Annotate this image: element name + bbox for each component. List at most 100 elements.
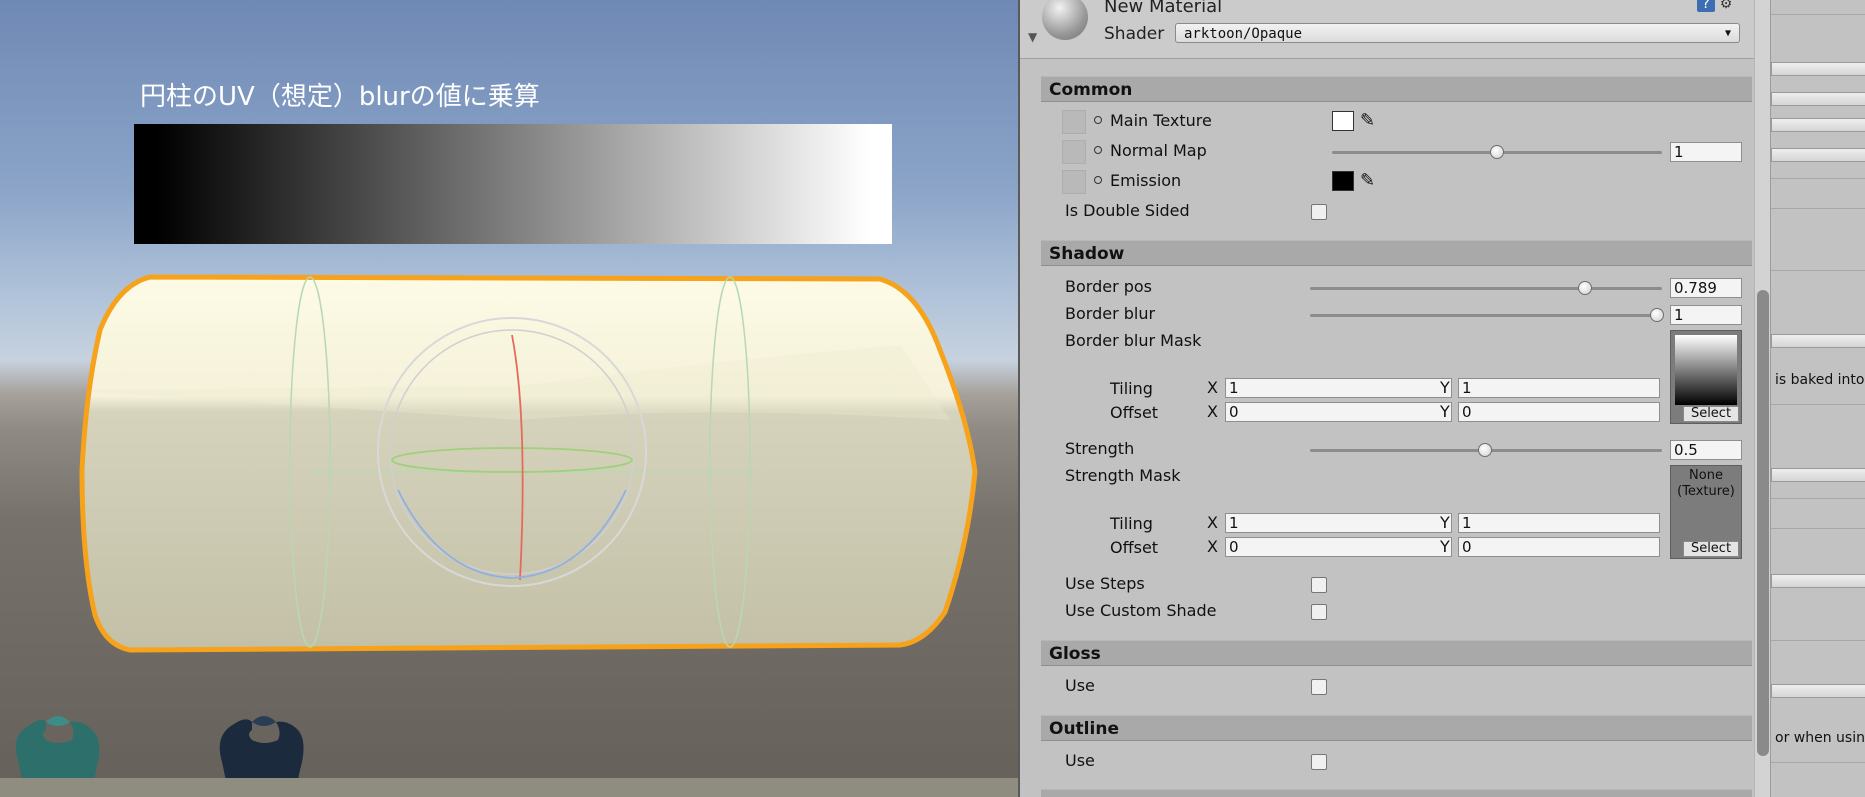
emission-color-swatch[interactable] — [1332, 171, 1354, 191]
double-sided-checkbox[interactable] — [1311, 204, 1327, 220]
border-blur-slider-knob[interactable] — [1650, 308, 1664, 322]
panel-divider — [1771, 178, 1865, 179]
border-pos-slider-knob[interactable] — [1578, 281, 1592, 295]
normal-map-slot[interactable] — [1062, 140, 1086, 164]
tiling-label: Tiling — [1110, 514, 1153, 533]
normal-map-label: Normal Map — [1110, 141, 1207, 160]
panel-field[interactable] — [1771, 62, 1865, 76]
panel-divider — [1771, 404, 1865, 405]
panel-field[interactable] — [1771, 334, 1865, 348]
strength-mask-label: Strength Mask — [1065, 466, 1181, 485]
use-custom-shade-checkbox[interactable] — [1311, 604, 1327, 620]
section-shadow[interactable]: Shadow — [1041, 240, 1752, 266]
row-gloss-use: Use — [1020, 675, 1772, 699]
mask-offset-y-field[interactable]: 0 — [1458, 402, 1660, 422]
double-sided-label: Is Double Sided — [1065, 201, 1190, 220]
x-label: X — [1207, 537, 1218, 556]
smask-tiling-x-field[interactable]: 1 — [1225, 513, 1452, 533]
shader-dropdown-value: arktoon/Opaque — [1184, 26, 1303, 42]
section-common[interactable]: Common — [1041, 76, 1752, 102]
eyedropper-icon[interactable]: ✎ — [1360, 171, 1375, 191]
inspector-scrollbar[interactable] — [1754, 0, 1771, 797]
help-book-icon[interactable]: ? — [1697, 0, 1715, 12]
mask-tiling-y-field[interactable]: 1 — [1458, 378, 1660, 398]
material-name: New Material — [1104, 0, 1223, 17]
border-blur-value-field[interactable]: 1 — [1670, 305, 1742, 325]
gear-icon[interactable]: ⚙ — [1717, 0, 1735, 12]
material-preview-sphere-icon — [1042, 0, 1088, 40]
gloss-use-checkbox[interactable] — [1311, 679, 1327, 695]
panel-divider — [1771, 528, 1865, 529]
normal-map-picker-dot-icon[interactable] — [1094, 146, 1102, 154]
y-label: Y — [1440, 378, 1450, 397]
row-use-steps: Use Steps — [1020, 573, 1772, 597]
none-texture-label: None (Texture) — [1677, 468, 1735, 499]
emission-label: Emission — [1110, 171, 1182, 190]
panel-field[interactable] — [1771, 148, 1865, 162]
panel-divider — [1771, 498, 1865, 499]
strength-label: Strength — [1065, 439, 1135, 458]
shader-label: Shader — [1104, 24, 1165, 44]
scene-view[interactable]: 円柱のUV（想定）blurの値に乗算 — [0, 0, 1018, 797]
panel-text-using: or when using — [1775, 730, 1865, 746]
border-blur-label: Border blur — [1065, 304, 1156, 323]
section-outline[interactable]: Outline — [1041, 715, 1752, 741]
panel-divider — [1771, 762, 1865, 763]
normal-map-slider-knob[interactable] — [1490, 145, 1504, 159]
emission-slot[interactable] — [1062, 170, 1086, 194]
row-use-custom-shade: Use Custom Shade — [1020, 600, 1772, 624]
outline-use-label: Use — [1065, 751, 1095, 770]
panel-field[interactable] — [1771, 468, 1865, 482]
mask-offset-x-field[interactable]: 0 — [1225, 402, 1452, 422]
material-inspector: ▼ New Material Shader arktoon/Opaque ▼ ?… — [1018, 0, 1772, 797]
section-gloss[interactable]: Gloss — [1041, 640, 1752, 666]
row-double-sided: Is Double Sided — [1020, 200, 1772, 224]
use-custom-shade-label: Use Custom Shade — [1065, 601, 1217, 620]
row-emission: Emission ✎ — [1020, 170, 1772, 194]
main-texture-slot[interactable] — [1062, 110, 1086, 134]
border-pos-slider-track[interactable] — [1310, 287, 1662, 290]
y-label: Y — [1440, 537, 1450, 556]
row-mask-offset: Offset X 0 Y 0 — [1020, 402, 1772, 426]
row-smask-tiling: Tiling X 1 Y 1 — [1020, 513, 1772, 537]
cylinder-mesh[interactable] — [79, 274, 978, 653]
main-texture-color-swatch[interactable] — [1332, 111, 1354, 131]
offset-label: Offset — [1110, 538, 1159, 557]
cylinder-object[interactable] — [0, 0, 1018, 797]
panel-field[interactable] — [1771, 574, 1865, 588]
emission-picker-dot-icon[interactable] — [1094, 176, 1102, 184]
outline-use-checkbox[interactable] — [1311, 754, 1327, 770]
main-texture-picker-dot-icon[interactable] — [1094, 116, 1102, 124]
y-label: Y — [1440, 402, 1450, 421]
panel-field[interactable] — [1771, 118, 1865, 132]
border-blur-slider-track[interactable] — [1310, 314, 1662, 317]
row-strength: Strength 0.5 — [1020, 438, 1772, 462]
strength-value-field[interactable]: 0.5 — [1670, 440, 1742, 460]
smask-offset-y-field[interactable]: 0 — [1458, 537, 1660, 557]
panel-field[interactable] — [1771, 92, 1865, 106]
border-blur-mask-label: Border blur Mask — [1065, 331, 1202, 350]
panel-divider — [1771, 208, 1865, 209]
border-pos-label: Border pos — [1065, 277, 1153, 296]
panel-divider — [1771, 14, 1865, 15]
smask-offset-x-field[interactable]: 0 — [1225, 537, 1452, 557]
row-smask-offset: Offset X 0 Y 0 — [1020, 537, 1772, 561]
use-steps-checkbox[interactable] — [1311, 577, 1327, 593]
border-pos-value-field[interactable]: 0.789 — [1670, 278, 1742, 298]
row-mask-tiling-y: Y 1 — [1020, 378, 1772, 402]
foldout-triangle-icon[interactable]: ▼ — [1028, 30, 1037, 44]
section-next[interactable] — [1041, 789, 1752, 797]
panel-field[interactable] — [1771, 684, 1865, 698]
row-border-blur: Border blur 1 — [1020, 303, 1772, 327]
eyedropper-icon[interactable]: ✎ — [1360, 111, 1375, 131]
strength-slider-knob[interactable] — [1478, 443, 1492, 457]
panel-divider — [1771, 640, 1865, 641]
smask-tiling-y-field[interactable]: 1 — [1458, 513, 1660, 533]
dropdown-arrow-icon: ▼ — [1724, 28, 1731, 39]
shader-dropdown[interactable]: arktoon/Opaque ▼ — [1175, 23, 1740, 43]
adjacent-panel: is baked into or when using — [1770, 0, 1865, 797]
normal-map-value-field[interactable]: 1 — [1670, 142, 1742, 162]
row-border-pos: Border pos 0.789 — [1020, 276, 1772, 300]
scene-floor — [0, 778, 1018, 797]
scrollbar-thumb[interactable] — [1757, 290, 1769, 756]
